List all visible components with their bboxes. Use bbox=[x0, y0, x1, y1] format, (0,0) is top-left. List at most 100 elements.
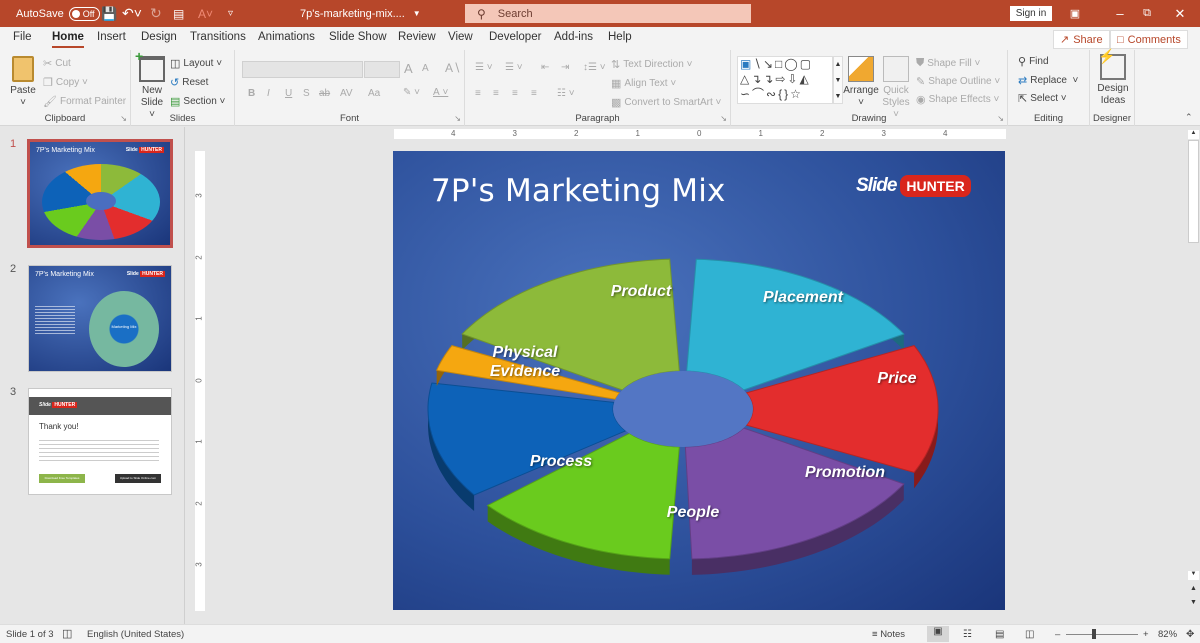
slide-canvas[interactable]: 7P's Marketing Mix Slide HUNTER Product P… bbox=[393, 151, 1005, 610]
slide-sorter-icon[interactable]: ☷ bbox=[963, 629, 972, 640]
shrink-font-button[interactable]: A bbox=[422, 63, 429, 74]
shape-effects-button[interactable]: ◉ Shape Effects ˅ bbox=[916, 93, 999, 106]
zoom-level[interactable]: 82% bbox=[1158, 629, 1177, 640]
italic-button[interactable]: I bbox=[267, 88, 270, 99]
line-spacing-icon[interactable]: ↕☰ ˅ bbox=[583, 62, 606, 73]
text-direction-button[interactable]: ⇅ Text Direction ˅ bbox=[611, 58, 692, 71]
find-button[interactable]: ⚲ Find bbox=[1018, 55, 1049, 68]
dialog-launcher-icon[interactable]: ↘ bbox=[720, 114, 727, 123]
tab-transitions[interactable]: Transitions bbox=[190, 31, 246, 43]
bold-button[interactable]: B bbox=[248, 88, 255, 99]
tab-animations[interactable]: Animations bbox=[258, 31, 315, 43]
close-button[interactable]: ✕ bbox=[1160, 0, 1200, 27]
align-center-icon[interactable]: ≡ bbox=[493, 88, 499, 99]
tab-slide-show[interactable]: Slide Show bbox=[329, 31, 387, 43]
dialog-launcher-icon[interactable]: ↘ bbox=[454, 114, 461, 123]
select-button[interactable]: ⇱ Select ˅ bbox=[1018, 92, 1067, 105]
redo-icon[interactable]: ↻ bbox=[150, 0, 162, 27]
align-left-icon[interactable]: ≡ bbox=[475, 88, 481, 99]
collapse-ribbon-icon[interactable]: ⌃ bbox=[1185, 112, 1193, 123]
format-painter-button[interactable]: 🖌 Format Painter bbox=[43, 95, 126, 108]
gallery-scroll[interactable]: ▲ ▼ ▼ bbox=[833, 56, 843, 104]
slideshow-view-icon[interactable]: ◫ bbox=[1025, 629, 1034, 640]
previous-slide-icon[interactable]: ▲ bbox=[1188, 585, 1199, 592]
undo-icon[interactable]: ↶˅ bbox=[122, 0, 142, 27]
clear-formatting-icon[interactable]: A∖ bbox=[445, 61, 461, 75]
numbering-icon[interactable]: ☰ ˅ bbox=[505, 62, 523, 73]
design-ideas-button[interactable]: ⚡ Design Ideas bbox=[1094, 49, 1132, 107]
highlight-icon[interactable]: ✎ ˅ bbox=[403, 87, 420, 98]
slide-thumbnail-1[interactable]: 7P's Marketing Mix Slide HUNTER bbox=[27, 139, 173, 248]
font-color-button[interactable]: A ˅ bbox=[433, 87, 448, 98]
bullets-icon[interactable]: ☰ ˅ bbox=[475, 62, 493, 73]
reset-button[interactable]: ↺ Reset bbox=[170, 76, 208, 89]
customize-qat-icon[interactable]: ▿ bbox=[228, 0, 233, 27]
paste-button[interactable]: Paste ˅ bbox=[6, 56, 40, 109]
dialog-launcher-icon[interactable]: ↘ bbox=[120, 114, 127, 123]
autosave[interactable]: AutoSave Off bbox=[16, 0, 100, 27]
section-button[interactable]: ▤ Section ˅ bbox=[170, 95, 225, 108]
increase-indent-icon[interactable]: ⇥ bbox=[561, 62, 569, 73]
shape-outline-button[interactable]: ✎ Shape Outline ˅ bbox=[916, 75, 1000, 88]
grow-font-button[interactable]: A bbox=[404, 61, 413, 76]
columns-icon[interactable]: ☷ ˅ bbox=[557, 88, 575, 99]
tab-add-ins[interactable]: Add-ins bbox=[554, 31, 593, 43]
tab-design[interactable]: Design bbox=[141, 31, 177, 43]
document-title[interactable]: 7p's-marketing-mix.... ▼ bbox=[300, 0, 421, 27]
justify-icon[interactable]: ≡ bbox=[531, 88, 537, 99]
change-case-button[interactable]: Aa bbox=[368, 88, 380, 99]
shadow-button[interactable]: S bbox=[303, 88, 310, 99]
new-slide-button[interactable]: + New Slide ˅ bbox=[135, 49, 167, 121]
scroll-up-icon[interactable]: ▲ bbox=[1188, 130, 1199, 139]
copy-button[interactable]: ❐ Copy ˅ bbox=[43, 76, 88, 89]
font-name-select[interactable] bbox=[242, 61, 363, 78]
present-icon[interactable]: ▤ bbox=[173, 0, 184, 27]
ribbon-display-icon[interactable]: ▣ bbox=[1055, 0, 1095, 27]
align-text-button[interactable]: ▦ Align Text ˅ bbox=[611, 77, 676, 90]
shape-fill-button[interactable]: ⛊ Shape Fill ˅ bbox=[916, 57, 980, 70]
vertical-scrollbar[interactable]: ▲ ▼ ▲ ▼ bbox=[1187, 127, 1200, 624]
quick-styles-button[interactable]: Quick Styles ˅ bbox=[879, 56, 913, 121]
language-indicator[interactable]: English (United States) bbox=[87, 629, 184, 640]
dialog-launcher-icon[interactable]: ↘ bbox=[997, 114, 1004, 123]
underline-button[interactable]: U bbox=[285, 88, 292, 99]
tab-review[interactable]: Review bbox=[398, 31, 436, 43]
convert-smartart-button[interactable]: ▩ Convert to SmartArt ˅ bbox=[611, 96, 721, 109]
slide-thumbnail-2[interactable]: 7P's Marketing Mix Slide HUNTER Marketin… bbox=[28, 265, 172, 372]
char-spacing-button[interactable]: AV bbox=[340, 88, 353, 99]
next-slide-icon[interactable]: ▼ bbox=[1188, 599, 1199, 606]
fit-slide-icon[interactable]: ✥ bbox=[1186, 629, 1194, 640]
cut-button[interactable]: ✂ Cut bbox=[43, 57, 71, 70]
notes-button[interactable]: ≡ Notes bbox=[872, 629, 905, 640]
align-right-icon[interactable]: ≡ bbox=[512, 88, 518, 99]
font-color-icon[interactable]: A˅ bbox=[198, 0, 213, 27]
tab-home[interactable]: Home bbox=[52, 31, 84, 48]
tab-developer[interactable]: Developer bbox=[489, 31, 541, 43]
tab-insert[interactable]: Insert bbox=[97, 31, 126, 43]
tab-help[interactable]: Help bbox=[608, 31, 632, 43]
tab-view[interactable]: View bbox=[448, 31, 473, 43]
strikethrough-button[interactable]: ab bbox=[319, 88, 330, 99]
layout-button[interactable]: ◫ Layout ˅ bbox=[170, 57, 222, 70]
zoom-slider-thumb[interactable] bbox=[1092, 629, 1096, 639]
save-icon[interactable]: 💾 bbox=[101, 0, 117, 27]
tab-file[interactable]: File bbox=[13, 31, 32, 43]
zoom-slider[interactable] bbox=[1066, 634, 1138, 635]
replace-button[interactable]: ⇄ Replace ˅ bbox=[1018, 74, 1078, 87]
autosave-toggle[interactable]: Off bbox=[68, 6, 100, 21]
arrange-button[interactable]: Arrange ˅ bbox=[843, 56, 879, 109]
normal-view-icon[interactable]: ▣ bbox=[927, 626, 949, 642]
comments-button[interactable]: □ Comments bbox=[1110, 30, 1188, 49]
share-button[interactable]: ↗ Share bbox=[1053, 30, 1110, 49]
sign-in-button[interactable]: Sign in bbox=[1010, 6, 1052, 21]
zoom-in-button[interactable]: + bbox=[1143, 629, 1149, 640]
scroll-thumb[interactable] bbox=[1188, 140, 1199, 243]
scroll-down-icon[interactable]: ▼ bbox=[1188, 571, 1199, 580]
search-box[interactable]: ⚲ Search bbox=[465, 4, 751, 23]
font-size-select[interactable] bbox=[364, 61, 400, 78]
decrease-indent-icon[interactable]: ⇤ bbox=[541, 62, 549, 73]
zoom-out-button[interactable]: – bbox=[1055, 629, 1060, 640]
slide-thumbnail-3[interactable]: Slide HUNTER Thank you! Download Free Te… bbox=[28, 388, 172, 495]
reading-view-icon[interactable]: ▤ bbox=[995, 629, 1004, 640]
accessibility-icon[interactable]: ◫ bbox=[62, 627, 72, 640]
